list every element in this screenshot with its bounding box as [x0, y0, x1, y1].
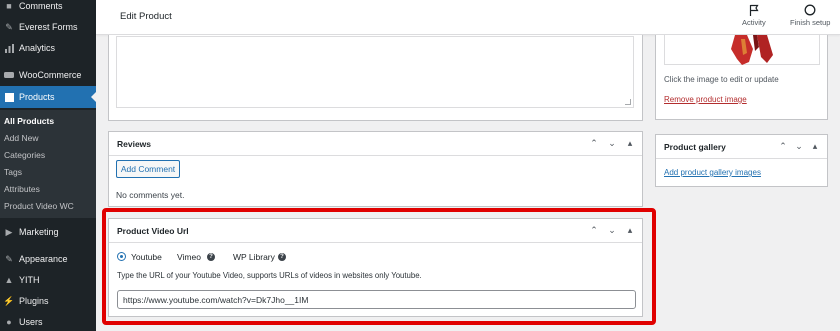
user-icon: ●: [6, 317, 12, 327]
progress-circle-icon: [804, 4, 816, 18]
wp-library-help-icon[interactable]: ?: [278, 253, 286, 261]
chevron-up-icon[interactable]: ⌃: [588, 136, 600, 150]
product-gallery-box: Product gallery ⌃ ⌄ ▴ Add product galler…: [655, 134, 828, 187]
chevron-down-icon[interactable]: ⌄: [606, 223, 618, 237]
video-help-text: Type the URL of your Youtube Video, supp…: [117, 271, 422, 280]
submenu-item-categories[interactable]: Categories: [4, 150, 45, 160]
megaphone-icon: ▶: [5, 226, 13, 237]
youtube-label: Youtube: [131, 252, 162, 262]
paintbrush-icon: ✎: [5, 253, 13, 264]
sidebar-item-yith[interactable]: ▲ YITH: [0, 269, 96, 291]
activity-button[interactable]: Activity: [742, 4, 766, 27]
gallery-header: Product gallery ⌃ ⌄ ▴: [656, 135, 827, 159]
vimeo-label: Vimeo: [177, 252, 201, 262]
admin-sidebar: ■ Comments ✎ Everest Forms Analytics Woo…: [0, 0, 96, 331]
sidebar-item-label: Comments: [19, 1, 63, 11]
sidebar-item-everest-forms[interactable]: ✎ Everest Forms: [0, 16, 96, 38]
analytics-icon: [4, 43, 14, 53]
sidebar-item-plugins[interactable]: ⚡ Plugins: [0, 290, 96, 312]
wp-library-radio[interactable]: [220, 252, 229, 261]
no-comments-text: No comments yet.: [116, 190, 185, 200]
sidebar-item-label: Users: [19, 317, 43, 327]
submenu-item-all-products[interactable]: All Products: [4, 116, 54, 126]
sidebar-item-label: Everest Forms: [19, 22, 78, 32]
sidebar-item-label: Products: [19, 92, 55, 102]
submenu-item-attributes[interactable]: Attributes: [4, 184, 40, 194]
submenu-item-add-new[interactable]: Add New: [4, 133, 39, 143]
page-title: Edit Product: [120, 11, 172, 22]
youtube-radio[interactable]: [117, 252, 126, 261]
sidebar-item-label: YITH: [19, 275, 40, 285]
woocommerce-icon: [4, 70, 14, 80]
reviews-box: Reviews ⌃ ⌄ ▴ Add Comment No comments ye…: [108, 131, 643, 207]
submenu-item-tags[interactable]: Tags: [4, 167, 22, 177]
products-icon: [4, 92, 14, 102]
top-bar: Edit Product Activity Finish setup: [96, 0, 840, 35]
submenu-item-product-video-wc[interactable]: Product Video WC: [4, 201, 74, 211]
chevron-down-icon[interactable]: ⌄: [606, 136, 618, 150]
collapse-triangle-icon[interactable]: ▴: [624, 223, 636, 237]
sidebar-item-label: Plugins: [19, 296, 49, 306]
product-video-url-box: Product Video Url ⌃ ⌄ ▴ Youtube Vimeo ? …: [108, 218, 643, 317]
sidebar-item-label: WooCommerce: [19, 70, 82, 80]
add-gallery-images-link[interactable]: Add product gallery images: [664, 168, 761, 177]
sidebar-item-label: Marketing: [19, 227, 59, 237]
sidebar-item-label: Analytics: [19, 43, 56, 53]
forms-icon: ✎: [5, 21, 13, 32]
sidebar-item-comments[interactable]: ■ Comments: [0, 0, 96, 17]
sidebar-item-marketing[interactable]: ▶ Marketing: [0, 221, 96, 243]
collapse-triangle-icon[interactable]: ▴: [809, 139, 821, 153]
yith-icon: ▲: [4, 275, 14, 285]
chevron-up-icon[interactable]: ⌃: [588, 223, 600, 237]
sidebar-item-label: Appearance: [19, 254, 68, 264]
collapse-triangle-icon[interactable]: ▴: [624, 136, 636, 150]
wp-library-label: WP Library: [233, 252, 275, 262]
sidebar-item-products[interactable]: Products: [0, 86, 96, 108]
product-image-box: Click the image to edit or update Remove…: [655, 35, 828, 120]
finish-setup-label: Finish setup: [790, 18, 831, 27]
video-url-input[interactable]: [117, 290, 636, 309]
video-box-title: Product Video Url: [117, 226, 189, 236]
plug-icon: ⚡: [3, 295, 15, 306]
product-image-graphic: [731, 35, 773, 65]
reviews-title: Reviews: [117, 139, 152, 149]
sidebar-item-users[interactable]: ● Users: [0, 311, 96, 331]
product-image-thumbnail[interactable]: [664, 35, 820, 65]
description-textarea[interactable]: [116, 36, 634, 108]
products-submenu: All Products Add New Categories Tags Att…: [0, 110, 96, 218]
video-box-header: Product Video Url ⌃ ⌄ ▴: [109, 219, 642, 243]
activity-label: Activity: [742, 18, 766, 27]
chevron-down-icon[interactable]: ⌄: [793, 139, 805, 153]
vimeo-help-icon[interactable]: ?: [207, 253, 215, 261]
add-comment-button[interactable]: Add Comment: [116, 160, 180, 178]
chevron-up-icon[interactable]: ⌃: [777, 139, 789, 153]
reviews-header: Reviews ⌃ ⌄ ▴: [109, 132, 642, 156]
comment-icon: ■: [6, 1, 12, 11]
vimeo-radio[interactable]: [164, 252, 173, 261]
flag-icon: [749, 4, 759, 18]
sidebar-item-woocommerce[interactable]: WooCommerce: [0, 64, 96, 86]
finish-setup-button[interactable]: Finish setup: [790, 4, 830, 27]
sidebar-item-analytics[interactable]: Analytics: [0, 37, 96, 59]
gallery-title: Product gallery: [664, 142, 726, 152]
product-image-hint: Click the image to edit or update: [664, 75, 779, 84]
resize-handle[interactable]: [625, 99, 631, 105]
remove-product-image-link[interactable]: Remove product image: [664, 95, 747, 104]
sidebar-item-appearance[interactable]: ✎ Appearance: [0, 248, 96, 270]
